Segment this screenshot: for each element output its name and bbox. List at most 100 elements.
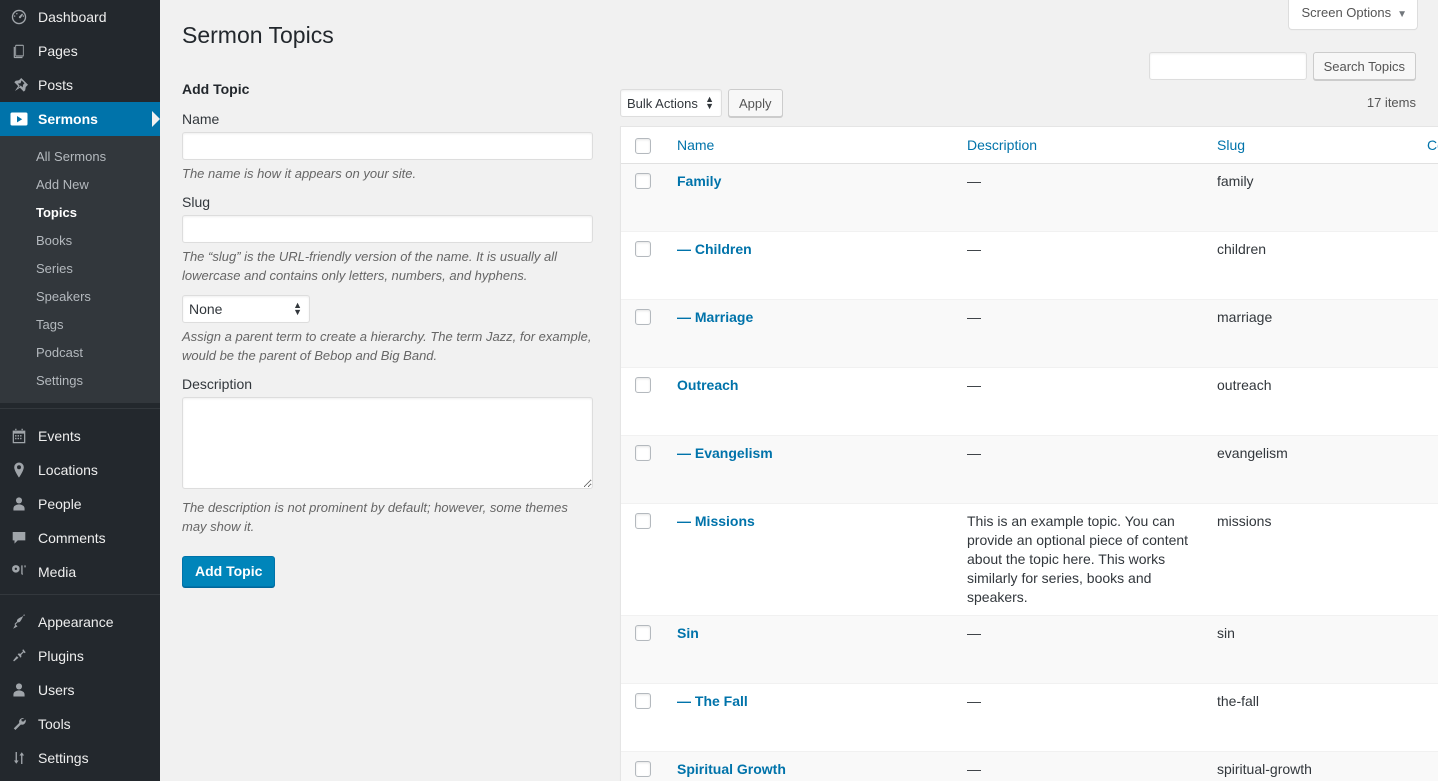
description-help: The description is not prominent by defa…	[182, 498, 593, 536]
cell-count: 1	[1417, 683, 1438, 751]
media-icon	[9, 562, 29, 582]
select-all-header	[621, 127, 667, 164]
cell-name: Spiritual Growth	[667, 751, 957, 781]
submenu-item-all-sermons[interactable]: All Sermons	[0, 143, 160, 171]
row-checkbox[interactable]	[635, 309, 651, 325]
slug-label: Slug	[182, 193, 593, 215]
sidebar-item-appearance[interactable]: Appearance	[0, 605, 160, 639]
sidebar-item-sermons[interactable]: Sermons	[0, 102, 160, 136]
topic-name-link[interactable]: Sin	[677, 625, 699, 641]
cell-count: 0	[1417, 615, 1438, 683]
table-row[interactable]: — Marriage—marriage1	[621, 299, 1438, 367]
sidebar-item-media[interactable]: Media	[0, 555, 160, 589]
sidebar-item-people[interactable]: People	[0, 487, 160, 521]
topic-name-link[interactable]: — Missions	[677, 513, 755, 529]
table-header-row: Name Description Slug Count	[621, 127, 1438, 164]
column-header-slug[interactable]: Slug	[1207, 127, 1417, 164]
row-checkbox[interactable]	[635, 173, 651, 189]
table-row[interactable]: — Evangelism—evangelism1	[621, 435, 1438, 503]
dashboard-icon	[9, 7, 29, 27]
table-row[interactable]: Sin—sin0	[621, 615, 1438, 683]
row-checkbox[interactable]	[635, 377, 651, 393]
sidebar-item-pages[interactable]: Pages	[0, 34, 160, 68]
sidebar-item-plugins[interactable]: Plugins	[0, 639, 160, 673]
cell-slug: spiritual-growth	[1207, 751, 1417, 781]
submenu-item-speakers[interactable]: Speakers	[0, 283, 160, 311]
topic-name-link[interactable]: Spiritual Growth	[677, 761, 786, 777]
topics-table: Name Description Slug Count Family—famil…	[620, 126, 1438, 781]
table-row[interactable]: Spiritual Growth—spiritual-growth0	[621, 751, 1438, 781]
bulk-actions-select[interactable]: Bulk Actions	[620, 89, 722, 117]
submenu-item-add-new[interactable]: Add New	[0, 171, 160, 199]
sidebar-item-comments[interactable]: Comments	[0, 521, 160, 555]
column-header-description[interactable]: Description	[957, 127, 1207, 164]
slug-input[interactable]	[182, 215, 593, 243]
table-row[interactable]: — MissionsThis is an example topic. You …	[621, 503, 1438, 615]
submenu-item-tags[interactable]: Tags	[0, 311, 160, 339]
sidebar-item-label: Events	[38, 419, 81, 453]
cell-name: — Children	[667, 231, 957, 299]
sidebar-item-settings[interactable]: Settings	[0, 741, 160, 775]
row-checkbox[interactable]	[635, 693, 651, 709]
cell-count: 1	[1417, 231, 1438, 299]
submenu-item-settings[interactable]: Settings	[0, 367, 160, 395]
sidebar-item-locations[interactable]: Locations	[0, 453, 160, 487]
sidebar-item-label: Comments	[38, 521, 106, 555]
sidebar-item-dashboard[interactable]: Dashboard	[0, 0, 160, 34]
row-checkbox[interactable]	[635, 241, 651, 257]
row-checkbox[interactable]	[635, 513, 651, 529]
topic-name-link[interactable]: — The Fall	[677, 693, 748, 709]
topic-name-link[interactable]: — Children	[677, 241, 752, 257]
page-title: Sermon Topics	[182, 12, 334, 54]
sidebar-item-users[interactable]: Users	[0, 673, 160, 707]
chevron-down-icon: ▼	[1397, 9, 1407, 20]
cell-name: — Missions	[667, 503, 957, 615]
select-all-checkbox[interactable]	[635, 138, 651, 154]
cell-slug: family	[1207, 164, 1417, 231]
table-row[interactable]: Family—family0	[621, 164, 1438, 231]
field-description: Description The description is not promi…	[182, 375, 593, 536]
name-input[interactable]	[182, 132, 593, 160]
admin-sidebar: DashboardPagesPostsSermons All SermonsAdd…	[0, 0, 160, 781]
apply-button[interactable]: Apply	[728, 89, 783, 117]
sidebar-item-label: Media	[38, 555, 76, 589]
topic-name-link[interactable]: Family	[677, 173, 721, 189]
column-header-count[interactable]: Count	[1417, 127, 1438, 164]
column-header-name[interactable]: Name	[667, 127, 957, 164]
table-row[interactable]: Outreach—outreach0	[621, 367, 1438, 435]
add-topic-submit-button[interactable]: Add Topic	[182, 556, 275, 587]
table-row[interactable]: — Children—children1	[621, 231, 1438, 299]
users-icon	[9, 680, 29, 700]
cell-name: — Evangelism	[667, 435, 957, 503]
sidebar-item-posts[interactable]: Posts	[0, 68, 160, 102]
slug-description: The “slug” is the URL-friendly version o…	[182, 247, 593, 285]
sidebar-item-label: Locations	[38, 453, 98, 487]
menu-separator	[0, 594, 160, 605]
search-input[interactable]	[1149, 52, 1307, 80]
search-topics-button[interactable]: Search Topics	[1313, 52, 1416, 80]
submenu-item-podcast[interactable]: Podcast	[0, 339, 160, 367]
pages-icon	[9, 41, 29, 61]
row-checkbox[interactable]	[635, 625, 651, 641]
screen-options-button[interactable]: Screen Options▼	[1288, 0, 1418, 30]
submenu-item-series[interactable]: Series	[0, 255, 160, 283]
topic-name-link[interactable]: — Marriage	[677, 309, 753, 325]
admin-main-content: Screen Options▼ Sermon Topics Search Top…	[160, 0, 1438, 781]
sidebar-item-label: Appearance	[38, 605, 114, 639]
parent-select[interactable]: None	[182, 295, 310, 323]
table-row[interactable]: — The Fall—the-fall1	[621, 683, 1438, 751]
topic-name-link[interactable]: Outreach	[677, 377, 738, 393]
description-label: Description	[182, 375, 593, 397]
row-checkbox[interactable]	[635, 445, 651, 461]
row-checkbox[interactable]	[635, 761, 651, 777]
topic-name-link[interactable]: — Evangelism	[677, 445, 773, 461]
sidebar-item-events[interactable]: Events	[0, 419, 160, 453]
submenu-item-books[interactable]: Books	[0, 227, 160, 255]
submenu-item-topics[interactable]: Topics	[0, 199, 160, 227]
cell-name: Outreach	[667, 367, 957, 435]
sidebar-item-tools[interactable]: Tools	[0, 707, 160, 741]
row-select-cell	[621, 435, 667, 503]
cell-description: —	[957, 435, 1207, 503]
description-textarea[interactable]	[182, 397, 593, 489]
paintbrush-icon	[9, 612, 29, 632]
